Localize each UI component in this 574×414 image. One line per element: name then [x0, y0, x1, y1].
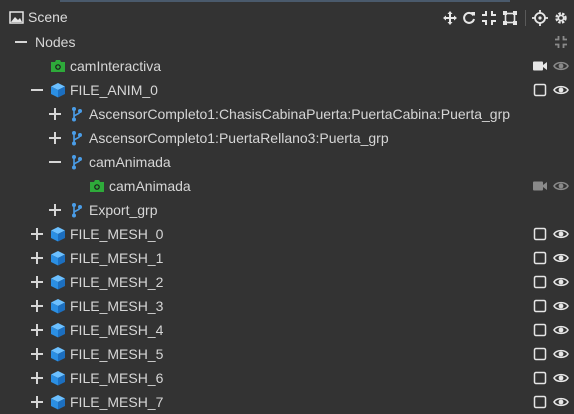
expand-icon[interactable] — [47, 106, 63, 122]
tree-root-row[interactable]: Nodes — [0, 30, 574, 54]
tree-row-label: FILE_MESH_3 — [70, 298, 164, 314]
branch-icon — [69, 106, 85, 122]
frame-icon[interactable] — [502, 10, 518, 26]
scene-panel-header: Scene — [0, 5, 574, 31]
active-camera-icon[interactable] — [532, 178, 548, 194]
move-icon[interactable] — [442, 10, 458, 26]
expand-icon[interactable] — [29, 250, 45, 266]
expand-icon[interactable] — [29, 394, 45, 410]
image-icon — [9, 10, 24, 25]
expand-icon[interactable] — [29, 226, 45, 242]
tree-row-label: FILE_MESH_7 — [70, 394, 164, 410]
top-accent-bar — [60, 0, 510, 2]
select-checkbox[interactable] — [532, 298, 548, 314]
visibility-eye-icon[interactable] — [553, 298, 569, 314]
tree-row[interactable]: FILE_MESH_0 — [0, 222, 574, 246]
tree-row-label: FILE_MESH_5 — [70, 346, 164, 362]
tree-row[interactable]: AscensorCompleto1:PuertaRellano3:Puerta_… — [0, 126, 574, 150]
tree-row-label: FILE_MESH_2 — [70, 274, 164, 290]
tree-row-label: FILE_MESH_0 — [70, 226, 164, 242]
tree-row[interactable]: FILE_MESH_4 — [0, 318, 574, 342]
select-checkbox[interactable] — [532, 250, 548, 266]
tree-row-label: FILE_MESH_6 — [70, 370, 164, 386]
branch-icon — [69, 130, 85, 146]
tree-row[interactable]: AscensorCompleto1:ChasisCabinaPuerta:Pue… — [0, 102, 574, 126]
tree-row[interactable]: camAnimada — [0, 150, 574, 174]
expand-icon[interactable] — [29, 370, 45, 386]
expand-icon[interactable] — [47, 130, 63, 146]
tree-row-label: camInteractiva — [70, 58, 162, 74]
visibility-eye-icon[interactable] — [553, 346, 569, 362]
tree-row-label: FILE_ANIM_0 — [70, 82, 158, 98]
panel-title: Scene — [28, 9, 68, 25]
cube-icon — [50, 370, 66, 386]
tree-row[interactable]: Export_grp — [0, 198, 574, 222]
select-checkbox[interactable] — [532, 274, 548, 290]
camera-icon — [50, 58, 66, 74]
visibility-eye-icon[interactable] — [553, 274, 569, 290]
visibility-eye-icon[interactable] — [553, 82, 569, 98]
collapse-all-icon[interactable] — [553, 34, 569, 50]
tree-row[interactable]: FILE_MESH_2 — [0, 270, 574, 294]
minus-icon[interactable] — [13, 34, 29, 50]
cube-icon — [50, 274, 66, 290]
select-checkbox[interactable] — [532, 370, 548, 386]
cube-icon — [50, 346, 66, 362]
expand-icon[interactable] — [29, 346, 45, 362]
settings-icon[interactable] — [553, 10, 569, 26]
visibility-eye-icon[interactable] — [553, 250, 569, 266]
tree-row[interactable]: FILE_MESH_7 — [0, 390, 574, 414]
visibility-eye-icon[interactable] — [553, 322, 569, 338]
tree-row[interactable]: FILE_ANIM_0 — [0, 78, 574, 102]
select-checkbox[interactable] — [532, 346, 548, 362]
camera-icon — [89, 178, 105, 194]
tree-row[interactable]: FILE_MESH_5 — [0, 342, 574, 366]
expand-icon[interactable] — [29, 298, 45, 314]
tree-row[interactable]: camAnimada — [0, 174, 574, 198]
tree-row-label: Export_grp — [89, 202, 158, 218]
tree-row[interactable]: FILE_MESH_6 — [0, 366, 574, 390]
tree-row[interactable]: FILE_MESH_1 — [0, 246, 574, 270]
cube-icon — [50, 250, 66, 266]
tree-row-label: FILE_MESH_4 — [70, 322, 164, 338]
cube-icon — [50, 298, 66, 314]
tree-row[interactable]: camInteractiva — [0, 54, 574, 78]
tree-row-label: FILE_MESH_1 — [70, 250, 164, 266]
select-checkbox[interactable] — [532, 82, 548, 98]
branch-icon — [69, 202, 85, 218]
collapse-node-icon[interactable] — [29, 82, 45, 98]
tree-row-label: camAnimada — [89, 154, 171, 170]
collapse-icon[interactable] — [481, 10, 497, 26]
expand-icon[interactable] — [47, 202, 63, 218]
select-checkbox[interactable] — [532, 322, 548, 338]
expand-icon[interactable] — [29, 322, 45, 338]
tree-root-label: Nodes — [35, 34, 76, 50]
active-camera-icon[interactable] — [532, 58, 548, 74]
target-icon[interactable] — [532, 10, 548, 26]
expand-icon[interactable] — [29, 274, 45, 290]
visibility-eye-icon[interactable] — [553, 226, 569, 242]
select-checkbox[interactable] — [532, 226, 548, 242]
visibility-eye-icon[interactable] — [553, 370, 569, 386]
cube-icon — [50, 226, 66, 242]
refresh-icon[interactable] — [461, 10, 477, 26]
cube-icon — [50, 394, 66, 410]
visibility-eye-icon[interactable] — [553, 58, 569, 74]
tree-row-label: AscensorCompleto1:PuertaRellano3:Puerta_… — [89, 130, 389, 146]
visibility-eye-icon[interactable] — [553, 394, 569, 410]
visibility-eye-icon[interactable] — [553, 178, 569, 194]
collapse-node-icon[interactable] — [47, 154, 63, 170]
tree-row-label: camAnimada — [109, 178, 191, 194]
tree-row[interactable]: FILE_MESH_3 — [0, 294, 574, 318]
cube-icon — [50, 82, 66, 98]
select-checkbox[interactable] — [532, 394, 548, 410]
cube-icon — [50, 322, 66, 338]
tree-row-label: AscensorCompleto1:ChasisCabinaPuerta:Pue… — [89, 106, 511, 122]
branch-icon — [69, 154, 85, 170]
header-separator — [525, 10, 526, 26]
